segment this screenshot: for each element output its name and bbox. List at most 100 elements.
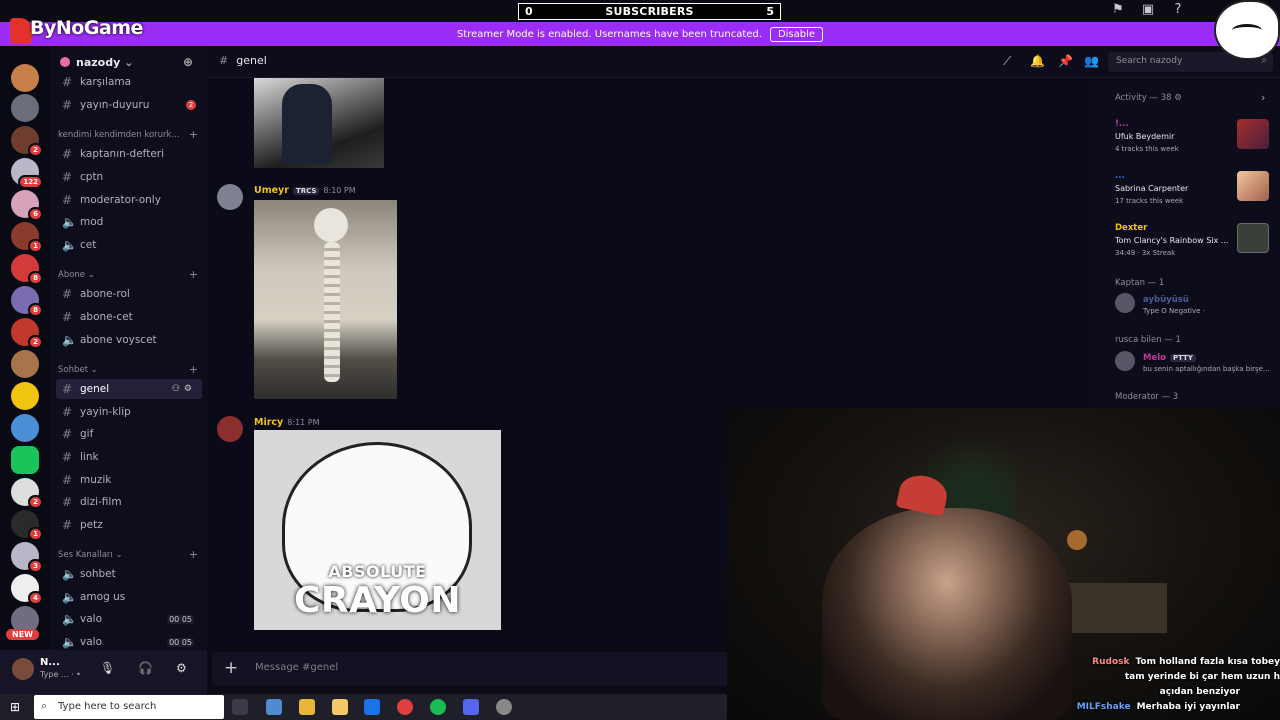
flag-icon[interactable]: ⚑ [1110,2,1126,18]
new-badge[interactable]: NEW [6,629,39,640]
taskbar-search-input[interactable]: ⌕ Type here to search [34,695,224,719]
game-thumb[interactable] [1237,223,1269,253]
disable-button[interactable]: Disable [769,26,824,42]
message-image[interactable]: ABSOLUTE CRAYON [254,430,501,630]
threads-icon[interactable]: ⟋ [1003,54,1011,69]
member-name[interactable]: aybüyüsü [1143,295,1189,305]
add-attachment-icon[interactable]: + [224,658,238,678]
headphones-icon[interactable]: 🎧 [138,661,153,675]
message-image[interactable] [254,200,397,399]
channel-karsilama[interactable]: # karşılama [56,72,202,92]
spotify-icon[interactable] [430,699,446,715]
add-channel-icon[interactable]: + [189,548,198,561]
activity-header[interactable]: Activity — 38 ⚙ [1115,93,1182,103]
message-input[interactable]: Message #genel [255,662,338,673]
outlook-icon[interactable] [364,699,380,715]
author-name[interactable]: Umeyr [254,185,289,196]
channel-item[interactable]: # kaptanın-defteri [56,144,202,164]
copilot-icon[interactable] [266,699,282,715]
stream-chat-line: açıdan benziyor [1159,687,1240,697]
activity-user[interactable]: ... [1115,171,1125,181]
store-icon[interactable] [299,699,315,715]
activity-user[interactable]: !... [1115,119,1129,129]
server-icon[interactable]: 8 [11,254,43,285]
server-icon[interactable] [11,94,39,122]
server-icon[interactable]: 2 [11,478,43,509]
channel-item[interactable]: # cptn [56,167,202,187]
bell-icon[interactable]: 🔔 [1030,54,1045,68]
channel-item[interactable]: # petz [56,515,202,535]
server-icon[interactable] [11,382,39,410]
voice-channel[interactable]: 🔈 amog us [56,587,202,607]
hash-icon: # [62,495,73,509]
gear-icon[interactable]: ⚙ [176,661,187,675]
kaptan-header: Kaptan — 1 [1115,278,1165,288]
avatar[interactable] [217,184,243,210]
help-icon[interactable]: ? [1170,2,1186,18]
monitor-icon[interactable]: ▣ [1140,2,1156,18]
server-icon[interactable]: 1 [11,510,43,541]
obs-icon[interactable] [496,699,512,715]
channel-item[interactable]: # abone-cet [56,307,202,327]
add-channel-icon[interactable]: + [189,268,198,281]
server-rail: 2 122 6 1 8 8 2 2 1 3 4 [0,46,50,694]
category-header[interactable]: Abone ⌄ + [58,268,198,281]
pin-icon[interactable]: 📌 [1058,54,1073,68]
channel-item[interactable]: 🔈 abone voyscet [56,330,202,350]
server-icon[interactable]: 4 [11,574,43,605]
channel-item[interactable]: # gif [56,424,202,444]
server-icon[interactable] [11,414,39,442]
voice-channel[interactable]: 🔈 valo 00 05 [56,632,202,652]
channel-item[interactable]: # link [56,447,202,467]
voice-channel[interactable]: 🔈 valo 00 05 [56,609,202,629]
speaker-icon: 🔈 [62,590,77,604]
album-thumb[interactable] [1237,171,1269,201]
server-icon[interactable] [11,350,39,378]
album-thumb[interactable] [1237,119,1269,149]
category-header[interactable]: Sohbet ⌄ + [58,363,198,376]
channel-yayin-duyuru[interactable]: # yayın-duyuru 2 [56,95,202,115]
channel-item[interactable]: # muzik [56,470,202,490]
server-icon[interactable]: 2 [11,318,43,349]
server-icon[interactable]: 1 [11,222,43,253]
add-member-icon[interactable]: ⊕ [183,55,193,69]
discord-icon[interactable] [463,699,479,715]
file-explorer-icon[interactable] [332,699,348,715]
message-composer[interactable]: + Message #genel [212,652,732,686]
activity-user[interactable]: Dexter [1115,223,1147,233]
avatar[interactable] [1115,351,1135,371]
add-channel-icon[interactable]: + [189,363,198,376]
channel-item[interactable]: # dizi-film [56,492,202,512]
avatar[interactable] [12,658,34,680]
opera-icon[interactable] [397,699,413,715]
members-icon[interactable]: 👥 [1084,54,1099,68]
server-icon[interactable]: 2 [11,126,43,157]
channel-item[interactable]: 🔈 mod [56,212,202,232]
server-icon[interactable]: 8 [11,286,43,317]
category-header[interactable]: Ses Kanalları ⌄ + [58,548,198,561]
channel-settings-icon[interactable]: ⚇⚙ [172,384,196,394]
avatar[interactable] [217,416,243,442]
channel-item[interactable]: # moderator-only [56,190,202,210]
channel-item[interactable]: 🔈 cet [56,235,202,255]
message-image[interactable] [254,78,384,168]
add-channel-icon[interactable]: + [189,128,198,141]
windows-start-icon[interactable]: ⊞ [10,700,20,714]
voice-channel[interactable]: 🔈 sohbet [56,564,202,584]
server-icon[interactable]: 122 [11,158,43,189]
member-name[interactable]: Melo PTTY [1143,353,1196,363]
channel-genel[interactable]: # genel ⚇⚙ [56,379,202,399]
server-icon[interactable] [11,446,39,474]
chevron-right-icon[interactable]: › [1261,91,1265,104]
microphone-icon[interactable]: 🎙 [100,661,115,675]
server-icon[interactable] [11,64,39,92]
category-header[interactable]: kendimi kendimden korurk... + [58,128,198,141]
avatar[interactable] [1115,293,1135,313]
channel-item[interactable]: # abone-rol [56,284,202,304]
channel-item[interactable]: # yayin-klip [56,402,202,422]
timestamp: 8:10 PM [323,186,356,195]
server-icon[interactable]: 6 [11,190,43,221]
task-view-icon[interactable] [232,699,248,715]
server-icon[interactable]: 3 [11,542,43,573]
author-name[interactable]: Mircy [254,417,283,428]
